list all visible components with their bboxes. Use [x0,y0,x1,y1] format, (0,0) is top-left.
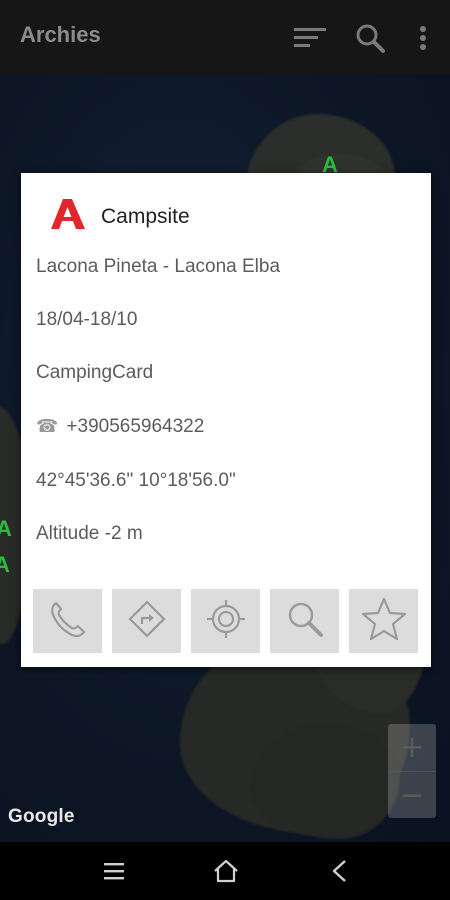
phone-icon: ☎ [36,416,59,437]
card-title: Campsite [101,205,190,228]
card-header [51,198,87,235]
system-nav-bar [0,842,450,900]
campsite-marker-icon[interactable]: A [0,516,12,542]
altitude: Altitude -2 m [36,523,143,544]
favorite-button[interactable] [349,589,418,653]
favorite-star-icon [361,596,407,647]
campsite-info-card: Campsite Lacona Pineta - Lacona Elba 18/… [21,173,431,667]
zoom-search-icon [283,597,327,646]
back-icon[interactable] [324,856,354,886]
campsite-logo-icon [51,198,87,235]
directions-icon [125,597,169,646]
map-land [250,724,400,839]
app-title: Archies [20,22,101,47]
discount-card: CampingCard [36,362,154,383]
sort-icon[interactable] [292,20,328,56]
phone-row[interactable]: ☎ +390565964322 [36,416,204,438]
map-attribution: Google [8,806,75,827]
zoom-search-button[interactable] [270,589,339,653]
recent-apps-icon[interactable] [99,856,129,886]
zoom-controls: + − [388,724,436,818]
zoom-in-button[interactable]: + [388,724,436,771]
locate-button[interactable] [191,589,260,653]
phone-number[interactable]: +390565964322 [66,416,204,437]
more-vert-icon[interactable] [405,20,441,56]
home-icon[interactable] [211,856,241,886]
action-bar [33,589,419,653]
zoom-out-button[interactable]: − [388,771,436,818]
season-dates: 18/04-18/10 [36,309,138,330]
locate-icon [204,597,248,646]
search-icon[interactable] [352,20,388,56]
coordinates: 42°45'36.6" 10°18'56.0" [36,470,236,491]
campsite-marker-icon[interactable]: A [0,552,10,578]
call-button[interactable] [33,589,102,653]
app-bar: Archies [0,0,450,74]
call-icon [46,597,90,646]
campsite-name: Lacona Pineta - Lacona Elba [36,256,281,277]
directions-button[interactable] [112,589,181,653]
